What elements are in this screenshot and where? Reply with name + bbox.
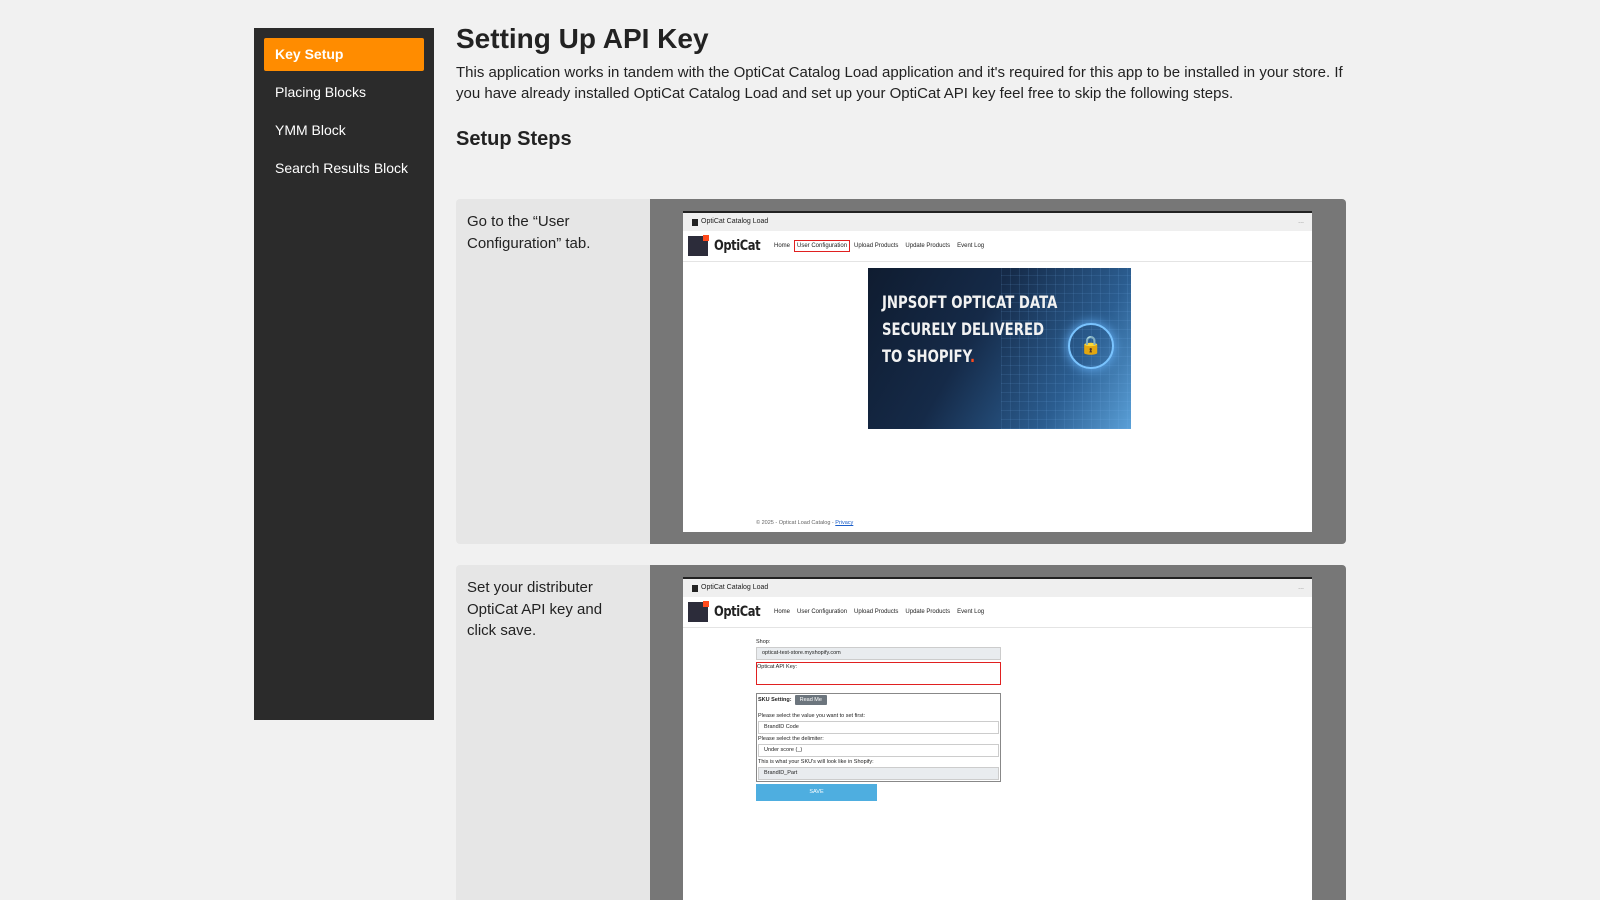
app-mini-logo-icon — [692, 218, 698, 226]
sidebar: Key Setup Placing Blocks YMM Block Searc… — [254, 28, 434, 720]
sidebar-item-placing-blocks[interactable]: Placing Blocks — [264, 76, 424, 109]
more-icon: ... — [1298, 218, 1304, 225]
first-value-label: Please select the value you want to set … — [758, 713, 866, 719]
app-title-bar: OptiCat Catalog Load ... — [683, 213, 1312, 231]
delimiter-select: Under score (_) — [758, 744, 999, 757]
opticat-logo-icon — [688, 235, 709, 256]
read-me-button: Read Me — [794, 695, 827, 705]
page-title: Setting Up API Key — [456, 23, 709, 54]
app-nav-update-products: Update Products — [905, 243, 951, 249]
app-nav-event-log: Event Log — [957, 609, 985, 615]
step-1-screenshot: OptiCat Catalog Load ... OptiCat Home Us… — [650, 199, 1346, 544]
opticat-logo-icon — [688, 601, 709, 622]
user-config-form: Shop: opticat-test-store.myshopify.com O… — [756, 639, 1001, 801]
api-key-field — [757, 671, 1000, 684]
preview-label: This is what your SKU's will look like i… — [758, 759, 874, 765]
api-key-label: Opticat API Key: — [757, 664, 798, 670]
app-nav-event-log: Event Log — [957, 243, 985, 249]
app-navbar: OptiCat Home User Configuration Upload P… — [683, 597, 1312, 628]
app-mini-logo-icon — [692, 584, 698, 592]
privacy-link: Privacy — [835, 520, 854, 526]
app-nav-home: Home — [774, 609, 791, 615]
step-2-app-window: OptiCat Catalog Load ... OptiCat Home Us… — [683, 577, 1312, 900]
step-1-app-window: OptiCat Catalog Load ... OptiCat Home Us… — [683, 211, 1312, 532]
shop-field: opticat-test-store.myshopify.com — [756, 647, 1001, 660]
step-card-2: Set your distributer OptiCat API key and… — [456, 565, 1346, 900]
sidebar-item-search-results-block[interactable]: Search Results Block — [264, 152, 424, 185]
more-icon: ... — [1298, 584, 1304, 591]
hero-line-1: JNPSOFT OPTICAT DATA — [882, 293, 1058, 313]
first-value-select: BrandID Code — [758, 721, 999, 734]
delimiter-label: Please select the delimiter: — [758, 736, 824, 742]
app-window-title: OptiCat Catalog Load — [701, 218, 769, 225]
app-nav-user-configuration: User Configuration — [797, 609, 848, 615]
app-nav-user-configuration: User Configuration — [794, 240, 851, 252]
app-nav-upload-products: Upload Products — [854, 243, 899, 249]
hero-line-3: TO SHOPIFY. — [882, 347, 976, 367]
app-nav-upload-products: Upload Products — [854, 609, 899, 615]
sku-preview-field: BrandID_Part — [758, 767, 999, 780]
app-brand: OptiCat — [714, 604, 761, 620]
app-navbar: OptiCat Home User Configuration Upload P… — [683, 231, 1312, 262]
hero-line-2: SECURELY DELIVERED — [882, 320, 1045, 340]
app-title-bar: OptiCat Catalog Load ... — [683, 579, 1312, 597]
sidebar-item-ymm-block[interactable]: YMM Block — [264, 114, 424, 147]
app-footer: © 2025 - Opticat Load Catalog - Privacy — [756, 520, 854, 526]
sku-label: SKU Setting: — [758, 697, 792, 703]
sku-settings-box: SKU Setting: Read Me Please select the v… — [756, 693, 1001, 782]
main-content: Setting Up API Key This application work… — [456, 20, 1346, 152]
step-1-text: Go to the “User Configuration” tab. — [467, 213, 591, 252]
lock-icon: 🔒 — [1068, 323, 1114, 369]
hero-banner: 🔒 JNPSOFT OPTICAT DATA SECURELY DELIVERE… — [868, 268, 1131, 429]
api-key-highlight: Opticat API Key: — [756, 662, 1001, 685]
app-window-title: OptiCat Catalog Load — [701, 584, 769, 591]
step-card-1: Go to the “User Configuration” tab. Opti… — [456, 199, 1346, 544]
sku-header: SKU Setting: Read Me — [758, 695, 999, 705]
sidebar-item-key-setup[interactable]: Key Setup — [264, 38, 424, 71]
app-brand: OptiCat — [714, 238, 761, 254]
hero-text: JNPSOFT OPTICAT DATA SECURELY DELIVERED … — [882, 290, 1057, 371]
section-title: Setup Steps — [456, 128, 572, 150]
save-button: SAVE — [756, 784, 877, 801]
shop-label: Shop: — [756, 639, 771, 645]
intro-paragraph: This application works in tandem with th… — [456, 64, 1343, 102]
step-2-text: Set your distributer OptiCat API key and… — [467, 579, 603, 639]
step-2-screenshot: OptiCat Catalog Load ... OptiCat Home Us… — [650, 565, 1346, 900]
app-nav-home: Home — [774, 243, 791, 249]
app-nav-update-products: Update Products — [905, 609, 951, 615]
